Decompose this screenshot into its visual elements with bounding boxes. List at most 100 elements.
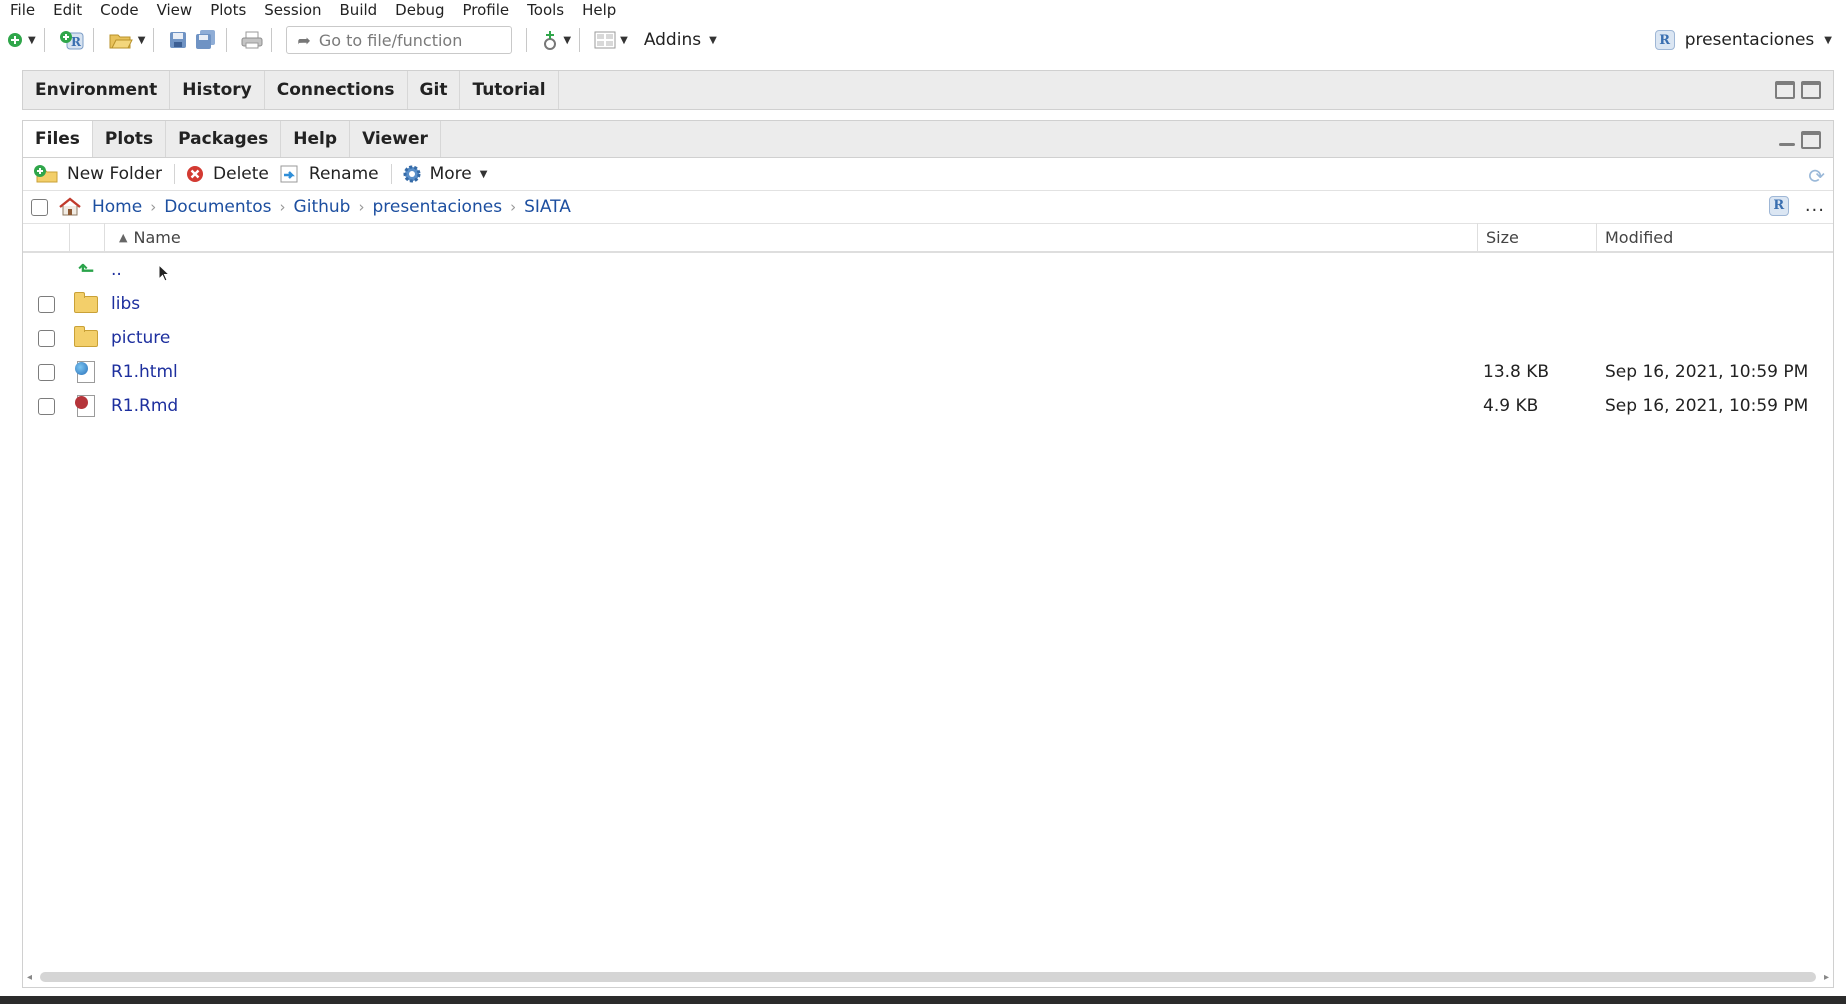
- environment-pane-tabs: Environment History Connections Git Tuto…: [23, 71, 1833, 109]
- tab-environment[interactable]: Environment: [23, 71, 171, 109]
- goto-file-function-input[interactable]: ➦ Go to file/function: [286, 26, 513, 54]
- project-menu-button[interactable]: R presentaciones ▼: [1654, 22, 1832, 58]
- save-button[interactable]: [168, 25, 188, 55]
- row-checkbox[interactable]: [37, 329, 55, 347]
- breadcrumb-separator-icon: ›: [510, 198, 517, 216]
- toolbar-divider: [390, 164, 392, 184]
- row-checkbox[interactable]: [37, 295, 55, 313]
- column-header-size[interactable]: Size: [1478, 223, 1597, 251]
- addins-label: Addins: [643, 30, 702, 50]
- menu-tools[interactable]: Tools: [517, 0, 572, 20]
- grid-layout-icon: [594, 31, 616, 49]
- parent-directory-row[interactable]: ⬑ ..: [23, 253, 1833, 287]
- tab-tutorial[interactable]: Tutorial: [460, 71, 559, 109]
- tab-connections[interactable]: Connections: [264, 71, 408, 109]
- menu-edit[interactable]: Edit: [43, 0, 90, 20]
- column-header-name-label: Name: [133, 227, 181, 247]
- goto-placeholder: Go to file/function: [318, 30, 463, 50]
- horizontal-scrollbar[interactable]: ◂ ▸: [27, 971, 1829, 983]
- column-header-name[interactable]: ▲ Name: [105, 223, 1478, 251]
- svg-text:R: R: [71, 35, 82, 49]
- bottom-status-strip: [0, 996, 1846, 1004]
- more-menu-button[interactable]: More ▼: [402, 164, 487, 184]
- rename-button[interactable]: Rename: [279, 164, 379, 184]
- html-file-icon: [75, 361, 95, 383]
- file-size: 4.9 KB: [1483, 396, 1539, 416]
- scrollbar-thumb[interactable]: [40, 972, 1816, 982]
- browse-directory-button[interactable]: ...: [1805, 195, 1825, 216]
- chevron-down-icon: ▼: [1824, 34, 1832, 46]
- breadcrumb-presentaciones[interactable]: presentaciones: [372, 197, 502, 217]
- parent-directory-icon: ⬑: [77, 258, 95, 282]
- file-link[interactable]: picture: [111, 328, 170, 348]
- new-folder-label: New Folder: [67, 164, 163, 184]
- open-file-button[interactable]: ▼: [108, 25, 146, 55]
- breadcrumb-documentos[interactable]: Documentos: [164, 197, 271, 217]
- addins-button[interactable]: Addins ▼: [634, 25, 717, 55]
- chevron-down-icon: ▼: [137, 34, 146, 46]
- menu-help[interactable]: Help: [572, 0, 624, 20]
- file-link[interactable]: libs: [111, 294, 140, 314]
- r-project-icon: R: [1654, 30, 1675, 50]
- menu-file[interactable]: File: [0, 0, 43, 20]
- print-button[interactable]: [241, 25, 263, 55]
- files-pane: Files Plots Packages Help Viewer New Fol…: [22, 120, 1834, 988]
- refresh-icon[interactable]: ⟳: [1808, 164, 1825, 188]
- home-icon[interactable]: [58, 197, 82, 217]
- chevron-down-icon: ▼: [709, 34, 717, 46]
- parent-directory-link[interactable]: ..: [111, 260, 122, 280]
- file-link[interactable]: R1.Rmd: [111, 396, 178, 416]
- breadcrumb-home[interactable]: Home: [92, 197, 142, 217]
- tab-history[interactable]: History: [170, 71, 265, 109]
- sort-ascending-icon: ▲: [119, 230, 128, 244]
- scroll-right-icon[interactable]: ▸: [1824, 972, 1829, 983]
- menu-code[interactable]: Code: [90, 0, 146, 20]
- scroll-left-icon[interactable]: ◂: [27, 972, 32, 983]
- toolbar-divider: [43, 28, 45, 52]
- tab-packages[interactable]: Packages: [166, 121, 282, 157]
- menu-session[interactable]: Session: [254, 0, 329, 20]
- breadcrumb-github[interactable]: Github: [294, 197, 351, 217]
- minimize-pane-icon[interactable]: [1779, 143, 1795, 146]
- restore-pane-icon[interactable]: [1775, 81, 1795, 99]
- tab-viewer[interactable]: Viewer: [350, 121, 441, 157]
- tab-plots[interactable]: Plots: [92, 121, 167, 157]
- save-all-icon: [196, 30, 216, 49]
- column-header-modified[interactable]: Modified: [1597, 223, 1833, 251]
- breadcrumb-siata[interactable]: SIATA: [524, 197, 571, 217]
- delete-button[interactable]: Delete: [185, 164, 269, 184]
- row-checkbox[interactable]: [37, 397, 55, 415]
- breadcrumb: Home › Documentos › Github › presentacio…: [23, 191, 1833, 224]
- pane-layout-button[interactable]: ▼: [594, 25, 628, 55]
- files-toolbar: New Folder Delete Rename More ▼ ⟳: [23, 158, 1833, 191]
- menu-profile[interactable]: Profile: [453, 0, 518, 20]
- tab-files[interactable]: Files: [23, 121, 93, 157]
- save-all-button[interactable]: [194, 25, 218, 55]
- menu-plots[interactable]: Plots: [200, 0, 254, 20]
- toolbar-divider: [579, 28, 581, 52]
- tab-help[interactable]: Help: [281, 121, 351, 157]
- restore-pane-icon[interactable]: [1801, 131, 1821, 149]
- row-checkbox[interactable]: [37, 363, 55, 381]
- tab-git[interactable]: Git: [407, 71, 461, 109]
- chevron-down-icon: ▼: [620, 34, 628, 46]
- new-project-button[interactable]: R: [59, 25, 85, 55]
- main-toolbar: ▼ R ▼ ➦ Go to file/function ▼ ▼ Addins ▼…: [0, 22, 1846, 58]
- breadcrumb-separator-icon: ›: [150, 198, 157, 216]
- file-size: 13.8 KB: [1483, 362, 1550, 382]
- menu-view[interactable]: View: [147, 0, 201, 20]
- go-to-project-directory-icon[interactable]: R: [1768, 195, 1789, 216]
- environment-pane-window-controls: [1775, 81, 1821, 99]
- version-control-button[interactable]: ▼: [541, 25, 571, 55]
- mouse-cursor-icon: [158, 264, 171, 282]
- maximize-pane-icon[interactable]: [1801, 81, 1821, 99]
- select-all-checkbox[interactable]: [31, 198, 48, 216]
- project-label: presentaciones: [1684, 30, 1815, 50]
- menu-build[interactable]: Build: [330, 0, 386, 20]
- file-list-header: ▲ Name Size Modified: [23, 223, 1833, 253]
- file-link[interactable]: R1.html: [111, 362, 178, 382]
- new-folder-button[interactable]: New Folder: [33, 164, 162, 184]
- menu-debug[interactable]: Debug: [385, 0, 452, 20]
- go-to-arrow-icon: ➦: [297, 30, 311, 50]
- new-file-button[interactable]: ▼: [6, 25, 36, 55]
